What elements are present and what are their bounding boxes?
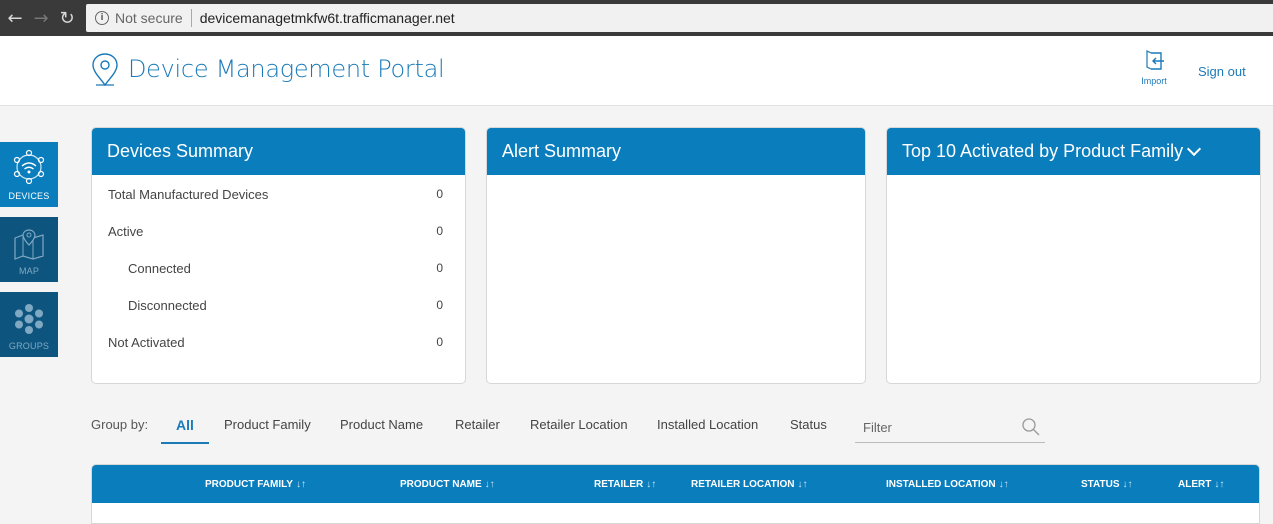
summary-label: Total Manufactured Devices: [108, 187, 269, 202]
nav-groups[interactable]: GROUPS: [0, 292, 58, 357]
location-pin-logo-icon: [92, 53, 118, 87]
groupby-label: Group by:: [91, 417, 149, 432]
active-tab-indicator: [161, 442, 209, 444]
summary-value: 0: [436, 187, 443, 201]
column-header-status[interactable]: STATUS ↓↑: [1081, 479, 1133, 490]
sort-icon[interactable]: ↓↑: [798, 479, 808, 490]
table-header: PRODUCT FAMILY ↓↑ PRODUCT NAME ↓↑ RETAILER…: [92, 465, 1259, 503]
column-label: RETAILER: [594, 479, 644, 490]
import-label: Import: [1141, 76, 1167, 86]
reload-icon[interactable]: ↻: [54, 3, 80, 33]
summary-label: Active: [108, 224, 144, 239]
app-header: Device Management Portal Import Sign out: [0, 36, 1273, 106]
address-divider: [190, 9, 192, 27]
back-arrow-icon[interactable]: ←: [2, 3, 28, 33]
sort-icon[interactable]: ↓↑: [485, 479, 495, 490]
import-button[interactable]: Import: [1136, 50, 1172, 86]
import-icon: [1146, 50, 1164, 70]
summary-row: Not Activated 0: [108, 335, 443, 350]
browser-toolbar: ← → ↻ i Not secure devicemanagetmkfw6t.t…: [0, 0, 1273, 36]
tab-product-name[interactable]: Product Name: [340, 417, 423, 432]
sort-icon[interactable]: ↓↑: [999, 479, 1009, 490]
nav-label: GROUPS: [8, 341, 50, 351]
summary-row: Disconnected 0: [108, 298, 443, 313]
security-status: Not secure: [115, 10, 183, 26]
column-header-retailer[interactable]: RETAILER ↓↑: [594, 479, 656, 490]
column-label: STATUS: [1081, 479, 1120, 490]
card-title: Alert Summary: [487, 128, 865, 175]
column-header-product-family[interactable]: PRODUCT FAMILY ↓↑: [205, 479, 306, 490]
tab-retailer-location[interactable]: Retailer Location: [530, 417, 628, 432]
tab-status[interactable]: Status: [790, 417, 827, 432]
sort-icon[interactable]: ↓↑: [1123, 479, 1133, 490]
page-title: Device Management Portal: [128, 55, 445, 83]
top10-dropdown[interactable]: Top 10 Activated by Product Family: [887, 128, 1260, 175]
wifi-devices-icon: [13, 149, 45, 185]
summary-row: Active 0: [108, 224, 443, 239]
devices-table: PRODUCT FAMILY ↓↑ PRODUCT NAME ↓↑ RETAILER…: [91, 464, 1260, 524]
column-label: PRODUCT NAME: [400, 479, 482, 490]
column-label: INSTALLED LOCATION: [886, 479, 996, 490]
column-label: RETAILER LOCATION: [691, 479, 795, 490]
info-icon[interactable]: i: [95, 11, 109, 25]
groups-icon: [15, 304, 43, 334]
signout-link[interactable]: Sign out: [1198, 64, 1246, 79]
alert-summary-card: Alert Summary: [486, 127, 866, 384]
summary-label: Connected: [128, 261, 191, 276]
sort-icon[interactable]: ↓↑: [646, 479, 656, 490]
tab-product-family[interactable]: Product Family: [224, 417, 311, 432]
map-icon: [14, 229, 44, 260]
column-label: ALERT: [1178, 479, 1212, 490]
column-header-installed-location[interactable]: INSTALLED LOCATION ↓↑: [886, 479, 1009, 490]
nav-map[interactable]: MAP: [0, 217, 58, 282]
summary-value: 0: [436, 261, 443, 275]
summary-value: 0: [436, 335, 443, 349]
column-header-retailer-location[interactable]: RETAILER LOCATION ↓↑: [691, 479, 808, 490]
column-header-alert[interactable]: ALERT ↓↑: [1178, 479, 1224, 490]
nav-label: MAP: [18, 266, 40, 276]
devices-summary-card: Devices Summary Total Manufactured Devic…: [91, 127, 466, 384]
summary-row: Total Manufactured Devices 0: [108, 187, 443, 202]
sort-icon[interactable]: ↓↑: [296, 479, 306, 490]
url-text[interactable]: devicemanagetmkfw6t.trafficmanager.net: [200, 10, 455, 26]
card-title: Devices Summary: [92, 128, 465, 175]
sort-icon[interactable]: ↓↑: [1214, 479, 1224, 490]
filter-input[interactable]: [855, 414, 1015, 440]
nav-label: DEVICES: [8, 191, 50, 201]
filter-field: [855, 414, 1045, 443]
groupby-bar: Group by: All Product Family Product Nam…: [91, 413, 851, 447]
summary-label: Disconnected: [128, 298, 207, 313]
column-header-product-name[interactable]: PRODUCT NAME ↓↑: [400, 479, 495, 490]
tab-retailer[interactable]: Retailer: [455, 417, 500, 432]
column-label: PRODUCT FAMILY: [205, 479, 293, 490]
summary-value: 0: [436, 224, 443, 238]
card-title: Top 10 Activated by Product Family: [902, 141, 1184, 161]
summary-label: Not Activated: [108, 335, 185, 350]
tab-all[interactable]: All: [176, 417, 194, 433]
tab-installed-location[interactable]: Installed Location: [657, 417, 758, 432]
top10-card: Top 10 Activated by Product Family: [886, 127, 1261, 384]
nav-devices[interactable]: DEVICES: [0, 142, 58, 207]
summary-row: Connected 0: [108, 261, 443, 276]
chevron-down-icon[interactable]: [1187, 141, 1202, 156]
forward-arrow-icon[interactable]: →: [28, 3, 54, 33]
summary-value: 0: [436, 298, 443, 312]
search-icon[interactable]: [1021, 417, 1041, 437]
address-bar[interactable]: i Not secure devicemanagetmkfw6t.traffic…: [86, 4, 1273, 32]
